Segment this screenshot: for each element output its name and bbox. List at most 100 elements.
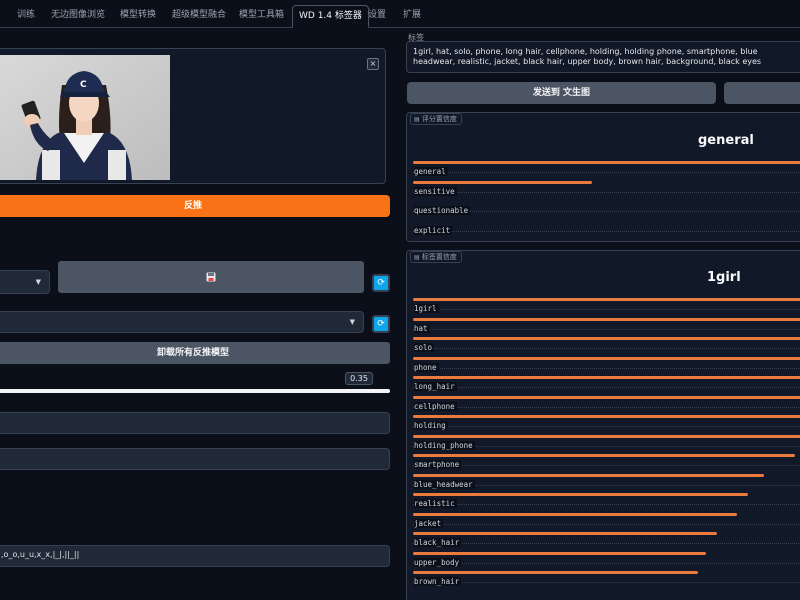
- tag-name: brown_hair: [414, 577, 462, 586]
- rating-name: general: [414, 167, 448, 176]
- rating-row: general: [413, 161, 800, 176]
- row-divider: [413, 191, 800, 193]
- row-divider: [413, 426, 800, 427]
- tag-confidence-bar: [413, 376, 800, 379]
- tag-row: cellphone: [413, 395, 800, 411]
- tag-confidence-bar: [413, 493, 748, 496]
- tag-row: smartphone: [413, 454, 800, 469]
- rating-confidence-bar: [413, 161, 800, 164]
- refresh-icon[interactable]: ⟳: [372, 274, 390, 292]
- rating-row: explicit: [413, 220, 800, 235]
- row-divider: [413, 465, 800, 466]
- tag-name: holding_phone: [414, 440, 475, 450]
- interrogate-button[interactable]: 反推: [0, 195, 390, 217]
- tag-row: holding: [413, 415, 800, 430]
- threshold-number-input[interactable]: 0.35: [345, 372, 373, 385]
- tag-name: blue_headwear: [414, 479, 475, 489]
- svg-text:C: C: [80, 80, 87, 90]
- tag-row: black_hair: [413, 532, 800, 547]
- tag-name: hat: [414, 323, 430, 333]
- tags-output[interactable]: 1girl, hat, solo, phone, long hair, cell…: [406, 41, 800, 73]
- tag-confidence-bar: [413, 298, 800, 301]
- rating-name: explicit: [414, 225, 453, 235]
- unload-models-button[interactable]: 卸载所有反推模型: [0, 342, 390, 364]
- chart-icon: ▤: [414, 116, 420, 123]
- row-divider: [413, 543, 800, 544]
- chevron-down-icon: ▼: [35, 278, 41, 286]
- tag-row: long_hair: [413, 376, 800, 391]
- tag-row: solo: [413, 337, 800, 352]
- tag-name: jacket: [414, 518, 444, 528]
- tag-confidence-bar: [413, 532, 717, 535]
- tab-model-convert[interactable]: 模型转换: [114, 5, 162, 27]
- tag-confidence-bar: [413, 454, 795, 457]
- save-button[interactable]: [58, 261, 364, 293]
- tag-name: cellphone: [414, 401, 457, 411]
- tag-name: 1girl: [414, 304, 439, 313]
- tag-name: black_hair: [414, 538, 462, 547]
- tag-name: smartphone: [414, 460, 462, 469]
- rating-confidence-bar: [413, 180, 592, 184]
- send-to-img2img-button[interactable]: [724, 82, 800, 104]
- send-to-txt2img-button[interactable]: 发送到 文生图: [407, 82, 716, 104]
- close-image-button[interactable]: ×: [367, 58, 379, 70]
- tag-row: realistic: [413, 493, 800, 508]
- row-divider: [413, 367, 800, 369]
- row-divider: [413, 387, 800, 388]
- tag-confidence-bar: [413, 473, 764, 477]
- rating-name: sensitive: [414, 186, 457, 196]
- floppy-disk-icon: [206, 272, 216, 282]
- tag-row: phone: [413, 356, 800, 372]
- rating-confidence-label: ▤ 评分置信度: [410, 113, 462, 125]
- rating-row: questionable: [413, 200, 800, 215]
- tag-row: hat: [413, 317, 800, 333]
- tag-name: realistic: [414, 499, 457, 508]
- tab-wd14-tagger[interactable]: WD 1.4 标签器: [292, 5, 369, 28]
- row-divider: [413, 211, 800, 212]
- tag-name: holding: [414, 421, 448, 430]
- tab-settings[interactable]: 设置: [362, 5, 392, 27]
- tag-row: holding_phone: [413, 434, 800, 450]
- tab-bar: 训练 无边图像浏览 模型转换 超级模型融合 模型工具箱 WD 1.4 标签器 设…: [0, 0, 800, 28]
- threshold-slider[interactable]: [0, 389, 390, 393]
- rating-name: questionable: [414, 206, 471, 215]
- tag-confidence-bar: [413, 415, 800, 418]
- refresh-models-icon[interactable]: ⟳: [372, 315, 390, 333]
- tab-super-merger[interactable]: 超级模型融合: [166, 5, 232, 27]
- tag-name: phone: [414, 362, 439, 372]
- escape-chars-value: ,o_o,u_u,x_x,|_|,||_||: [1, 550, 80, 559]
- tag-name: solo: [414, 343, 435, 352]
- tag-row: brown_hair: [413, 571, 800, 586]
- tag-confidence-bar: [413, 551, 706, 555]
- row-divider: [413, 406, 800, 408]
- tag-row: jacket: [413, 512, 800, 528]
- tag-row: upper_body: [413, 551, 800, 567]
- tab-model-toolkit[interactable]: 模型工具箱: [233, 5, 290, 27]
- row-divider: [413, 328, 800, 330]
- row-divider: [413, 582, 800, 583]
- interrogator-model-dropdown[interactable]: ▼: [0, 311, 364, 333]
- tag-name: long_hair: [414, 382, 457, 391]
- row-divider: [413, 348, 800, 349]
- chevron-down-icon: ▼: [349, 318, 355, 326]
- row-divider: [413, 523, 800, 525]
- exclude-tags-input[interactable]: [0, 448, 390, 470]
- tag-confidence-bar: [413, 317, 800, 321]
- image-source-dropdown[interactable]: ▼: [0, 270, 50, 294]
- rating-row: sensitive: [413, 180, 800, 196]
- chart-icon: ▤: [414, 254, 420, 261]
- row-divider: [413, 230, 800, 232]
- additional-tags-input[interactable]: [0, 412, 390, 434]
- escape-chars-input[interactable]: ,o_o,u_u,x_x,|_|,||_||: [0, 545, 390, 567]
- tag-confidence-label: ▤ 标签置信度: [410, 251, 462, 263]
- tag-name: upper_body: [414, 557, 462, 567]
- tab-extensions[interactable]: 扩展: [397, 5, 427, 27]
- tab-train[interactable]: 训练: [11, 5, 41, 27]
- tag-top-label: 1girl: [707, 270, 741, 285]
- input-photo: C: [0, 55, 170, 180]
- tag-row: blue_headwear: [413, 473, 800, 489]
- tag-row: 1girl: [413, 298, 800, 313]
- tab-infinite-image-browsing[interactable]: 无边图像浏览: [45, 5, 111, 27]
- tag-confidence-bar: [413, 512, 737, 516]
- tag-confidence-bar: [413, 337, 800, 340]
